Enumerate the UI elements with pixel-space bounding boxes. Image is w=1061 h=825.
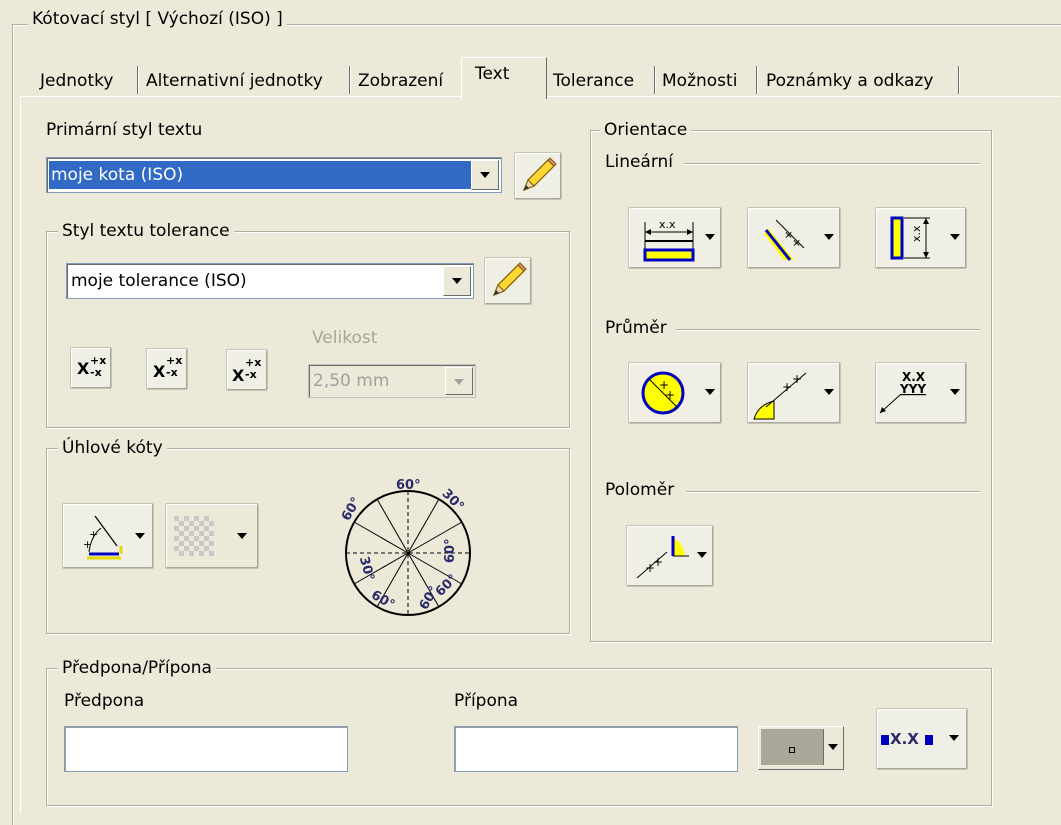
pencil-icon [492,262,527,297]
svg-text:+: + [792,372,802,386]
chevron-down-icon [950,389,960,395]
edit-primary-style-button[interactable] [514,152,562,200]
angular-text-orientation-button[interactable]: + + [62,503,154,569]
leader-yyy-text: YYY [899,382,926,396]
chevron-down-icon [237,533,247,539]
chevron-down-icon [697,552,707,558]
diameter-label: Průměr [605,318,667,338]
chevron-down-icon[interactable] [823,729,842,765]
linear-horizontal-button[interactable]: x.x [628,207,722,269]
chevron-down-icon [949,735,959,741]
radius-button[interactable]: + + [626,525,714,587]
tolerance-minus-glyph: -x [90,366,102,379]
angle-label: 30° [356,555,377,583]
angle-label: 60° [443,538,458,563]
chevron-down-icon[interactable] [471,160,499,190]
blue-square-icon [925,735,933,745]
linear-aligned-icon: + + [764,219,805,261]
tolerance-minus-glyph: -x [166,366,178,379]
tab-text-label: Text [475,64,510,84]
linear-vertical-button[interactable]: x.x [875,207,967,269]
tolerance-stacked-button[interactable]: X +x -x [70,347,112,389]
checker-pattern-icon [174,516,214,556]
tolerance-text-style-select[interactable]: moje tolerance (ISO) [66,263,474,299]
svg-text:+: + [665,388,675,402]
suffix-format-text: X.X [890,730,919,748]
svg-text:+: + [782,380,792,394]
radius-label: Poloměr [605,480,675,500]
chevron-down-icon [705,389,715,395]
dimension-style-title: Kótovací styl [ Výchozí (ISO) ] [28,9,287,29]
tolerance-bottom-button[interactable]: X +x -x [226,349,268,391]
diameter-leader-button[interactable]: X.X YYY [875,362,967,424]
prefix-label: Předpona [64,691,145,711]
radius-icon: + + [636,536,689,579]
tab-moznosti[interactable]: Možnosti [662,65,737,98]
tolerance-centered-button[interactable]: X +x -x [146,348,188,390]
diameter-outside-button[interactable]: + + [747,362,841,424]
prefix-suffix-label: Předpona/Přípona [58,658,216,678]
linear-aligned-button[interactable]: + + [747,207,841,269]
tolerance-size-select[interactable]: 2,50 mm [308,364,476,398]
suffix-input[interactable] [454,726,738,772]
angle-label: 60° [339,495,364,524]
chevron-down-icon [824,234,834,240]
diameter-inside-icon: + + [641,371,685,415]
angle-label: 30° [439,486,467,514]
linear-label: Lineární [605,152,674,172]
chevron-down-icon [135,533,145,539]
tab-text[interactable]: Text [461,57,547,99]
tab-alternativni-jednotky[interactable]: Alternativní jednotky [146,65,323,98]
orientation-label: Orientace [600,120,692,140]
symbol-select[interactable] [758,726,844,770]
svg-text:+: + [653,555,663,569]
chevron-down-icon [705,234,715,240]
primary-text-style-label: Primární styl textu [46,120,203,140]
primary-text-style-select[interactable]: moje kota (ISO) [46,157,502,193]
tolerance-text-style-label: Styl textu tolerance [58,221,234,241]
svg-text:+: + [83,538,92,551]
blue-square-icon [881,735,889,745]
angular-dimensions-label: Úhlové kóty [58,438,167,458]
tolerance-size-label: Velikost [312,328,378,348]
tab-zobrazeni[interactable]: Zobrazení [358,65,443,98]
linear-vertical-icon: x.x [890,216,930,260]
diameter-inside-button[interactable]: + + [628,362,722,424]
angle-label: 60° [396,478,421,493]
tolerance-x-glyph: X [77,359,90,378]
tolerance-minus-glyph: -x [245,368,257,381]
chevron-down-icon [950,234,960,240]
diameter-leader-icon: X.X YYY [879,370,926,414]
suffix-format-button[interactable]: X.X [876,708,968,770]
prefix-input[interactable] [64,726,348,772]
linear-xx-text: x.x [659,218,676,231]
edit-tolerance-style-button[interactable] [484,257,532,305]
chevron-down-icon [824,389,834,395]
tolerance-size-value: 2,50 mm [313,371,390,391]
tab-jednotky[interactable]: Jednotky [40,65,113,98]
tab-poznamky-a-odkazy[interactable]: Poznámky a odkazy [766,65,933,98]
angular-dimension-icon: + + [83,515,123,560]
svg-text:x.x: x.x [910,225,923,242]
dot-icon [789,747,795,753]
primary-text-style-value: moje kota (ISO) [49,161,473,189]
diameter-outside-icon: + + [753,372,807,420]
tolerance-text-style-value: moje tolerance (ISO) [71,271,247,291]
chevron-down-icon[interactable] [443,266,471,296]
angular-orientation-diagram: 60° 30° 60° 60° 30° 60° 60° 60° [339,478,471,616]
angular-fill-button[interactable] [165,503,259,569]
tolerance-x-glyph: X [153,362,166,381]
pencil-icon [522,157,557,192]
linear-horizontal-icon: x.x [643,218,695,262]
suffix-label: Přípona [454,691,519,711]
tolerance-x-glyph: X [232,366,245,385]
tab-tolerance[interactable]: Tolerance [553,65,634,98]
chevron-down-icon[interactable] [445,367,473,395]
